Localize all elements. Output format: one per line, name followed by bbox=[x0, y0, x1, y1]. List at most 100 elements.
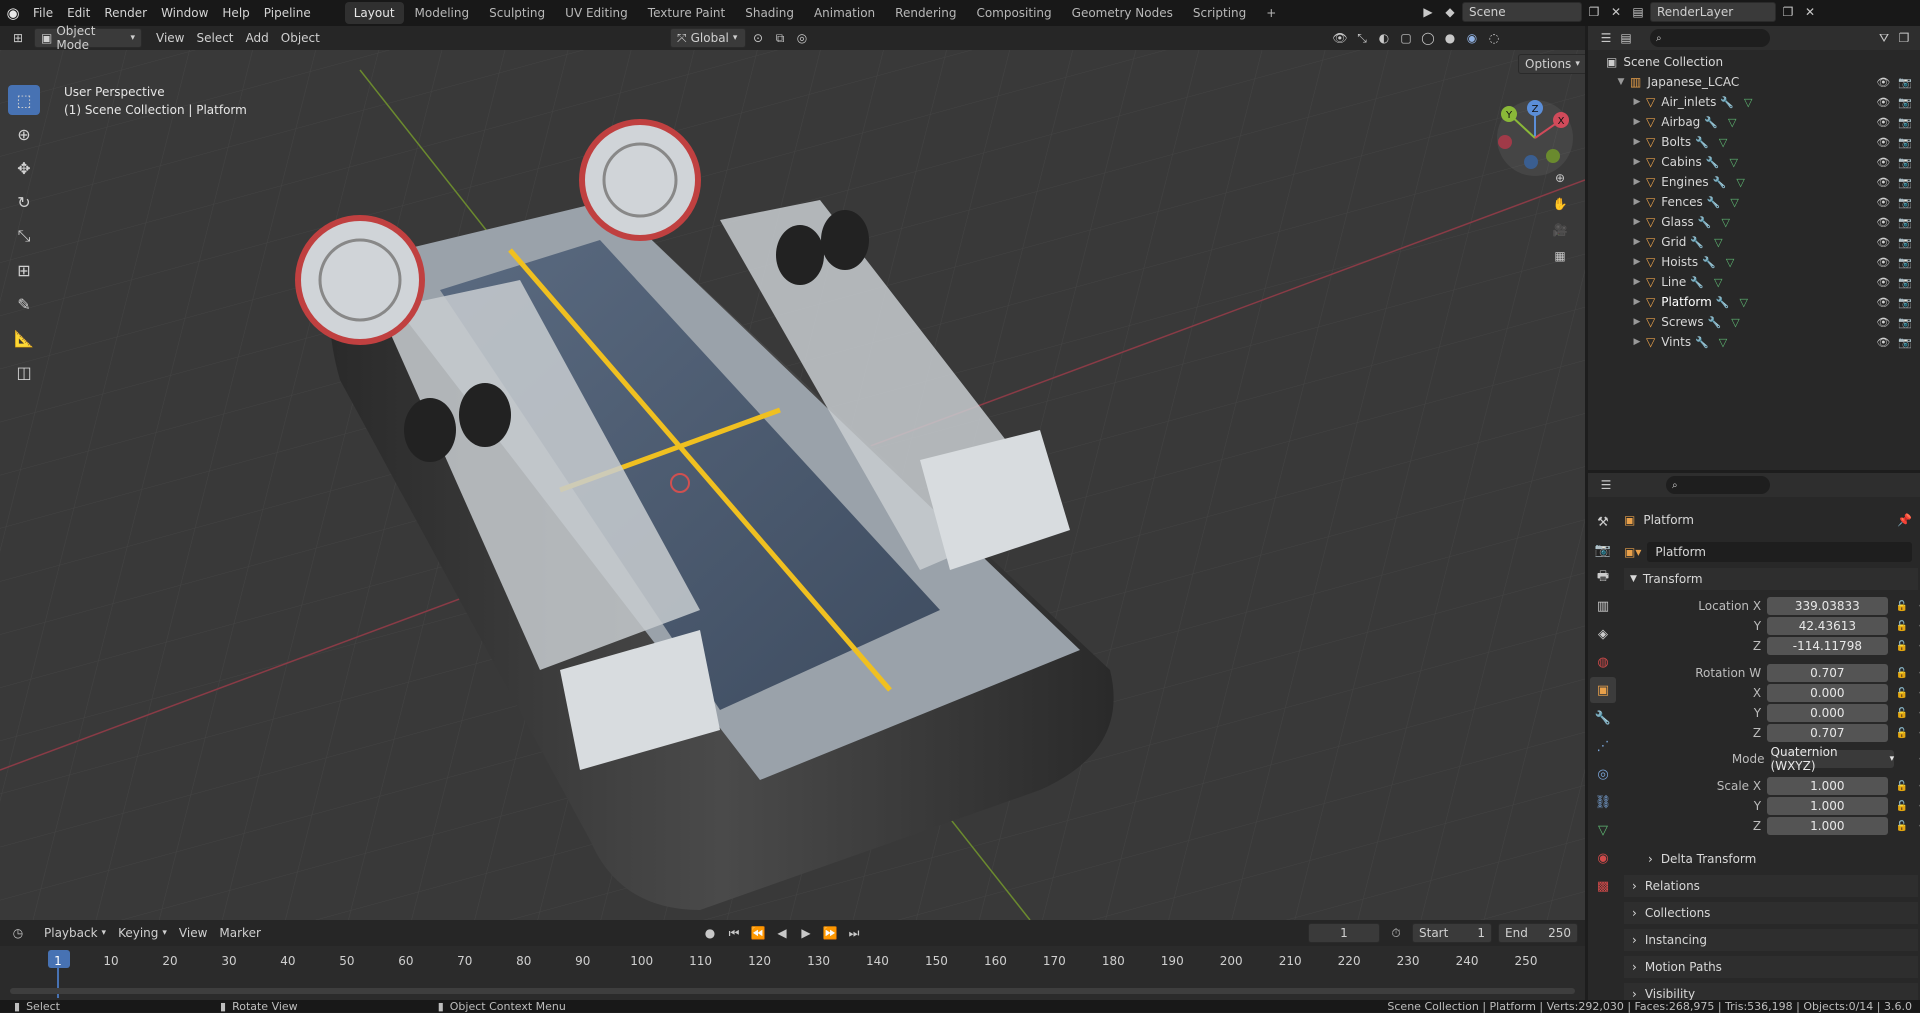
expand-right-icon[interactable]: ▶ bbox=[1632, 257, 1642, 267]
menu-help[interactable]: Help bbox=[215, 0, 256, 26]
material-tab-icon[interactable]: ◉ bbox=[1590, 845, 1616, 871]
expand-right-icon[interactable]: ▶ bbox=[1632, 217, 1642, 227]
select-box-tool-icon[interactable]: ⬚ bbox=[8, 85, 40, 115]
object-data-icon[interactable]: ▣▾ bbox=[1624, 545, 1641, 559]
eye-icon[interactable]: 👁 bbox=[1876, 316, 1890, 329]
tab-layout[interactable]: Layout bbox=[344, 2, 404, 24]
outliner-item-vints[interactable]: ▶ ▽ Vints 🔧 ▽ 👁 📷 bbox=[1588, 332, 1920, 352]
camera-icon[interactable]: 📷 bbox=[1898, 136, 1912, 149]
camera-icon[interactable]: 📷 bbox=[1898, 96, 1912, 109]
transform-tool-icon[interactable]: ⊞ bbox=[8, 255, 40, 285]
tab-texture-paint[interactable]: Texture Paint bbox=[639, 2, 734, 24]
camera-icon[interactable]: 📷 bbox=[1898, 216, 1912, 229]
render-play-icon[interactable]: ▶ bbox=[1418, 2, 1438, 22]
lock-icon[interactable]: 🔓 bbox=[1896, 668, 1908, 679]
tab-uv-editing[interactable]: UV Editing bbox=[556, 2, 637, 24]
eye-icon[interactable]: 👁 bbox=[1876, 96, 1890, 109]
expand-right-icon[interactable]: ▶ bbox=[1632, 237, 1642, 247]
eye-icon[interactable]: 👁 bbox=[1876, 76, 1890, 89]
menu-pipeline[interactable]: Pipeline bbox=[257, 0, 318, 26]
viewport-menu-view[interactable]: View bbox=[150, 28, 190, 48]
close-scene-icon[interactable]: ✕ bbox=[1606, 2, 1626, 22]
display-mode-icon[interactable]: ▤ bbox=[1616, 28, 1636, 48]
xray-icon[interactable]: ▢ bbox=[1396, 28, 1416, 48]
menu-file[interactable]: File bbox=[26, 0, 60, 26]
outliner-item-airbag[interactable]: ▶ ▽ Airbag 🔧 ▽ 👁 📷 bbox=[1588, 112, 1920, 132]
rotation-w-field[interactable]: 0.707 bbox=[1767, 664, 1888, 682]
overlay-icon[interactable]: ◐ bbox=[1374, 28, 1394, 48]
eye-icon[interactable]: 👁 bbox=[1876, 336, 1890, 349]
scale-tool-icon[interactable]: ⤡ bbox=[8, 221, 40, 251]
viewport-menu-select[interactable]: Select bbox=[190, 28, 239, 48]
outliner-item-air_inlets[interactable]: ▶ ▽ Air_inlets 🔧 ▽ 👁 📷 bbox=[1588, 92, 1920, 112]
ortho-grid-icon[interactable]: ▦ bbox=[1550, 246, 1570, 266]
eye-icon[interactable]: 👁 bbox=[1876, 276, 1890, 289]
expand-down-icon[interactable]: ▼ bbox=[1616, 77, 1626, 87]
camera-view-icon[interactable]: 🎥 bbox=[1550, 220, 1570, 240]
new-collection-icon[interactable]: ❐ bbox=[1894, 28, 1914, 48]
panel-collections[interactable]: › Collections bbox=[1624, 902, 1918, 924]
camera-icon[interactable]: 📷 bbox=[1898, 276, 1912, 289]
eye-icon[interactable]: 👁 bbox=[1876, 196, 1890, 209]
outliner-item-glass[interactable]: ▶ ▽ Glass 🔧 ▽ 👁 📷 bbox=[1588, 212, 1920, 232]
expand-right-icon[interactable]: ▶ bbox=[1632, 157, 1642, 167]
visibility-icon[interactable]: 👁 bbox=[1330, 28, 1350, 48]
location-z-field[interactable]: -114.11798 bbox=[1767, 637, 1888, 655]
rotation-y-field[interactable]: 0.000 bbox=[1767, 704, 1888, 722]
camera-icon[interactable]: 📷 bbox=[1898, 296, 1912, 309]
scale-z-field[interactable]: 1.000 bbox=[1767, 817, 1888, 835]
shading-material-icon[interactable]: ◉ bbox=[1462, 28, 1482, 48]
shading-wire-icon[interactable]: ◯ bbox=[1418, 28, 1438, 48]
tab-geometry-nodes[interactable]: Geometry Nodes bbox=[1063, 2, 1182, 24]
options-button[interactable]: Options ▾ bbox=[1518, 54, 1585, 74]
outliner-item-hoists[interactable]: ▶ ▽ Hoists 🔧 ▽ 👁 📷 bbox=[1588, 252, 1920, 272]
camera-icon[interactable]: 📷 bbox=[1898, 316, 1912, 329]
lock-icon[interactable]: 🔓 bbox=[1896, 801, 1908, 812]
lock-icon[interactable]: 🔓 bbox=[1896, 621, 1908, 632]
render-layer-icon[interactable]: ▤ bbox=[1628, 2, 1648, 22]
lock-icon[interactable]: 🔓 bbox=[1896, 601, 1908, 612]
tab-modeling[interactable]: Modeling bbox=[406, 2, 479, 24]
eye-icon[interactable]: 👁 bbox=[1876, 176, 1890, 189]
expand-right-icon[interactable]: ▶ bbox=[1632, 337, 1642, 347]
panel-instancing[interactable]: › Instancing bbox=[1624, 929, 1918, 951]
tab-sculpting[interactable]: Sculpting bbox=[480, 2, 554, 24]
properties-editor-icon[interactable]: ☰ bbox=[1596, 475, 1616, 495]
close-layer-icon[interactable]: ✕ bbox=[1800, 2, 1820, 22]
expand-right-icon[interactable]: ▶ bbox=[1632, 137, 1642, 147]
scene-selector[interactable]: Scene bbox=[1462, 2, 1582, 22]
transform-panel-header[interactable]: ▼ Transform bbox=[1624, 568, 1918, 590]
lock-icon[interactable]: 🔓 bbox=[1896, 821, 1908, 832]
particles-tab-icon[interactable]: ⋰ bbox=[1590, 733, 1616, 759]
new-scene-icon[interactable]: ❐ bbox=[1584, 2, 1604, 22]
camera-icon[interactable]: 📷 bbox=[1898, 176, 1912, 189]
add-workspace-button[interactable]: + bbox=[1257, 2, 1285, 24]
camera-icon[interactable]: 📷 bbox=[1898, 196, 1912, 209]
navigation-gizmo[interactable]: Z Y X bbox=[1495, 98, 1575, 178]
rotate-tool-icon[interactable]: ↻ bbox=[8, 187, 40, 217]
camera-icon[interactable]: 📷 bbox=[1898, 156, 1912, 169]
lock-icon[interactable]: 🔓 bbox=[1896, 641, 1908, 652]
camera-icon[interactable]: 📷 bbox=[1898, 76, 1912, 89]
scale-y-field[interactable]: 1.000 bbox=[1767, 797, 1888, 815]
panel-delta-transform[interactable]: › Delta Transform bbox=[1624, 848, 1918, 870]
pin-icon[interactable]: 📌 bbox=[1897, 513, 1912, 527]
shading-solid-icon[interactable]: ● bbox=[1440, 28, 1460, 48]
eye-icon[interactable]: 👁 bbox=[1876, 256, 1890, 269]
pan-hand-icon[interactable]: ✋ bbox=[1550, 194, 1570, 214]
world-tab-icon[interactable]: ◍ bbox=[1590, 649, 1616, 675]
outliner-item-bolts[interactable]: ▶ ▽ Bolts 🔧 ▽ 👁 📷 bbox=[1588, 132, 1920, 152]
eye-icon[interactable]: 👁 bbox=[1876, 236, 1890, 249]
expand-right-icon[interactable]: ▶ bbox=[1632, 317, 1642, 327]
panel-motion-paths[interactable]: › Motion Paths bbox=[1624, 956, 1918, 978]
tab-compositing[interactable]: Compositing bbox=[967, 2, 1060, 24]
data-tab-icon[interactable]: ▽ bbox=[1590, 817, 1616, 843]
outliner-item-platform[interactable]: ▶ ▽ Platform 🔧 ▽ 👁 📷 bbox=[1588, 292, 1920, 312]
tab-rendering[interactable]: Rendering bbox=[886, 2, 965, 24]
shading-render-icon[interactable]: ◌ bbox=[1484, 28, 1504, 48]
3d-viewport[interactable]: ⬚ ⊕ ✥ ↻ ⤡ ⊞ ✎ 📐 ◫ User Perspective (1) S… bbox=[0, 50, 1585, 920]
new-layer-icon[interactable]: ❐ bbox=[1778, 2, 1798, 22]
rotation-mode-dropdown[interactable]: Quaternion (WXYZ) ▾ bbox=[1770, 745, 1895, 773]
eye-icon[interactable]: 👁 bbox=[1876, 216, 1890, 229]
location-x-field[interactable]: 339.03833 bbox=[1767, 597, 1888, 615]
